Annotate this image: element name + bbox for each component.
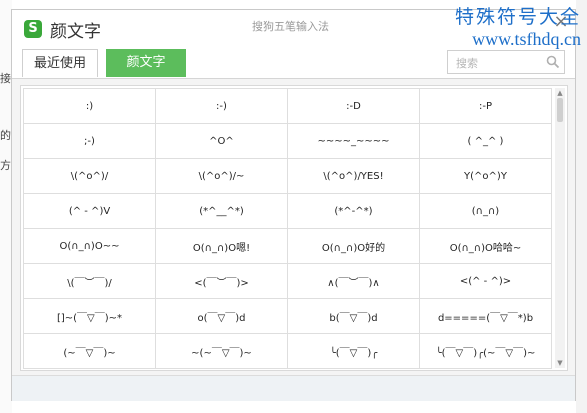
kaomoji-cell[interactable]: (~￣▽￣)~ — [23, 333, 156, 369]
scrollbar-thumb[interactable] — [557, 98, 563, 122]
tab-recent[interactable]: 最近使用 — [22, 49, 98, 77]
kaomoji-cell[interactable]: O(∩_∩)O哈哈~ — [419, 228, 552, 264]
kaomoji-cell[interactable]: (*^-^*) — [287, 193, 420, 229]
kaomoji-cell[interactable]: ╰(￣▽￣)╭ — [287, 333, 420, 369]
footer-bar — [12, 375, 575, 401]
kaomoji-cell[interactable]: O(∩_∩)O嗯! — [155, 228, 288, 264]
kaomoji-cell[interactable]: ( ^_^ ) — [419, 123, 552, 159]
kaomoji-cell[interactable]: :-D — [287, 88, 420, 124]
grid-row: ;-) ^O^ ~~~~_~~~~( ^_^ ) — [23, 123, 552, 159]
tab-bar: 最近使用 颜文字 — [12, 48, 575, 79]
search-input[interactable] — [454, 52, 548, 74]
kaomoji-cell[interactable]: ;-) — [23, 123, 156, 159]
kaomoji-cell[interactable]: ^O^ — [155, 123, 288, 159]
kaomoji-cell[interactable]: b(￣▽￣)d — [287, 298, 420, 334]
kaomoji-cell[interactable]: ~~~~_~~~~ — [287, 123, 420, 159]
watermark-title: 特殊符号大全 — [454, 7, 581, 28]
kaomoji-cell[interactable]: Y(^o^)Y — [419, 158, 552, 194]
kaomoji-grid: :):-):-D:-P ;-) ^O^ ~~~~_~~~~( ^_^ ) \(^o^)/… — [23, 88, 552, 369]
kaomoji-cell[interactable]: :) — [23, 88, 156, 124]
window-title: 颜文字 — [50, 22, 101, 42]
window-subtitle: 搜狗五笔输入法 — [252, 20, 329, 33]
grid-row: []~(￣▽￣)~* o(￣▽￣)d b(￣▽￣)d d=====(￣▽￣*)b — [23, 298, 552, 334]
scroll-up-icon[interactable]: ▲ — [555, 88, 565, 98]
background-text: 的 — [0, 129, 11, 142]
kaomoji-cell[interactable]: ~(~￣▽￣)~ — [155, 333, 288, 369]
watermark-url: www.tsfhdq.cn — [472, 29, 581, 49]
grid-row: :):-):-D:-P — [23, 88, 552, 124]
tab-kaomoji[interactable]: 颜文字 — [106, 49, 186, 77]
kaomoji-cell[interactable]: :-) — [155, 88, 288, 124]
kaomoji-cell[interactable]: o(￣▽￣)d — [155, 298, 288, 334]
sogou-logo-icon: S — [24, 20, 42, 38]
scroll-down-icon[interactable]: ▼ — [555, 358, 565, 368]
grid-row: O(∩_∩)O~~ O(∩_∩)O嗯! O(∩_∩)O好的 O(∩_∩)O哈哈~ — [23, 228, 552, 264]
kaomoji-cell[interactable]: ∧(￣︶￣)∧ — [287, 263, 420, 299]
kaomoji-cell[interactable]: (*^__^*) — [155, 193, 288, 229]
kaomoji-cell[interactable]: (∩_∩) — [419, 193, 552, 229]
background-panel-right — [576, 0, 587, 413]
grid-row: \(￣︶￣)/<(￣︶￣)> ∧(￣︶￣)∧ <(^ - ^)> — [23, 263, 552, 299]
search-icon[interactable] — [546, 55, 560, 69]
kaomoji-cell[interactable]: ╰(￣▽￣)╭(~￣▽￣)~ — [419, 333, 552, 369]
scrollbar[interactable]: ▲ ▼ — [555, 88, 565, 368]
kaomoji-cell[interactable]: []~(￣▽￣)~* — [23, 298, 156, 334]
kaomoji-cell[interactable]: \(^o^)/ — [23, 158, 156, 194]
kaomoji-cell[interactable]: <(￣︶￣)> — [155, 263, 288, 299]
kaomoji-cell[interactable]: \(^o^)/YES! — [287, 158, 420, 194]
grid-row: \(^o^)/\(^o^)/~ \(^o^)/YES! Y(^o^)Y — [23, 158, 552, 194]
kaomoji-cell[interactable]: d=====(￣▽￣*)b — [419, 298, 552, 334]
kaomoji-cell[interactable]: \(￣︶￣)/ — [23, 263, 156, 299]
kaomoji-cell[interactable]: \(^o^)/~ — [155, 158, 288, 194]
watermark: 特殊符号大全 www.tsfhdq.cn — [455, 2, 581, 50]
search-box[interactable] — [447, 50, 565, 74]
kaomoji-cell[interactable]: :-P — [419, 88, 552, 124]
kaomoji-cell[interactable]: O(∩_∩)O好的 — [287, 228, 420, 264]
kaomoji-window: S 颜文字 搜狗五笔输入法 × 最近使用 颜文字 :):-):-D:-P;-)^… — [11, 9, 576, 401]
background-text: 接 — [0, 72, 11, 85]
kaomoji-cell[interactable]: <(^ - ^)> — [419, 263, 552, 299]
grid-row: (^ - ^)V (*^__^*) (*^-^*) (∩_∩) — [23, 193, 552, 229]
kaomoji-grid-panel: :):-):-D:-P ;-) ^O^ ~~~~_~~~~( ^_^ ) \(^o^)/… — [20, 85, 568, 371]
kaomoji-cell[interactable]: (^ - ^)V — [23, 193, 156, 229]
kaomoji-cell[interactable]: O(∩_∩)O~~ — [23, 228, 156, 264]
grid-row: (~￣▽￣)~ ~(~￣▽￣)~ ╰(￣▽￣)╭ ╰(￣▽￣)╭(~￣▽￣)~ — [23, 333, 552, 369]
